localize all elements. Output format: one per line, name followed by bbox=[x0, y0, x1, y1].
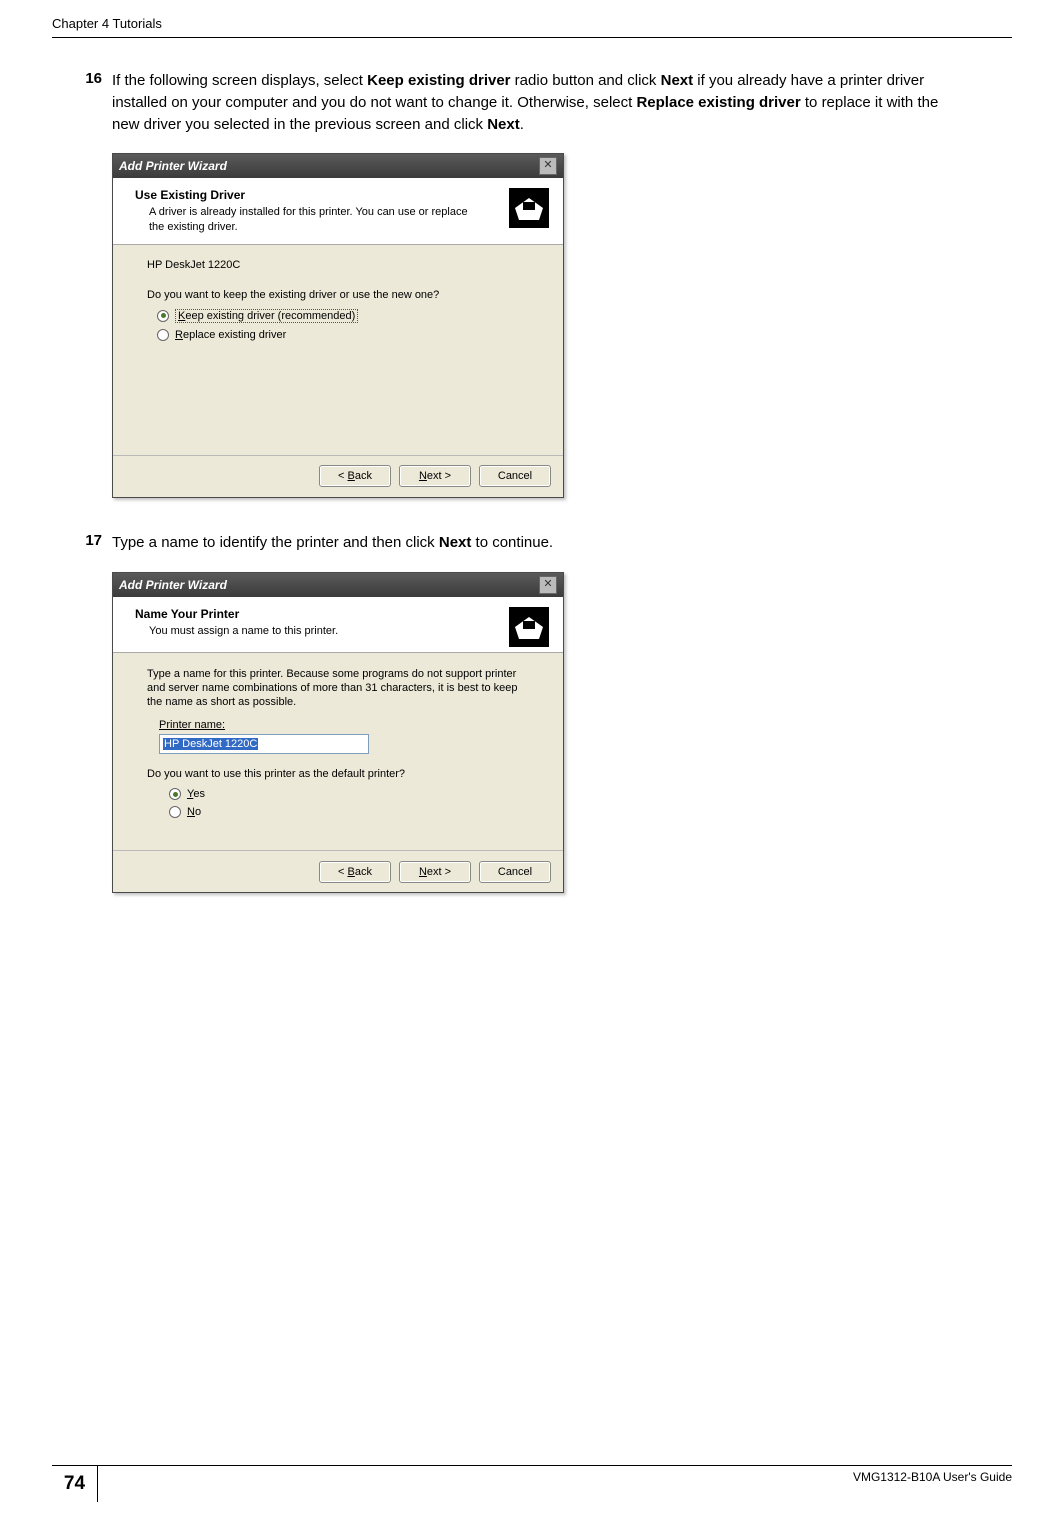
step-number: 17 bbox=[82, 532, 112, 554]
radio-yes[interactable]: Yes bbox=[169, 788, 533, 800]
bold-replace-existing-driver: Replace existing driver bbox=[636, 94, 800, 111]
radio-label: No bbox=[187, 806, 201, 818]
text-fragment: es bbox=[193, 788, 205, 800]
dialog-body: HP DeskJet 1220C Do you want to keep the… bbox=[113, 245, 563, 455]
dialog-footer: < Back Next > Cancel bbox=[113, 850, 563, 892]
step-text: Type a name to identify the printer and … bbox=[112, 532, 553, 554]
radio-replace-existing-driver[interactable]: Replace existing driver bbox=[157, 329, 533, 341]
dialog-header: Use Existing Driver A driver is already … bbox=[113, 178, 563, 245]
close-button[interactable]: ✕ bbox=[539, 157, 557, 175]
page-chapter-header: Chapter 4 Tutorials bbox=[52, 16, 1012, 38]
text-fragment: ack bbox=[355, 470, 372, 482]
next-button[interactable]: Next > bbox=[399, 861, 471, 883]
text-fragment: eplace existing driver bbox=[183, 329, 286, 341]
step-17: 17 Type a name to identify the printer a… bbox=[82, 532, 969, 554]
dialog-title-text: Add Printer Wizard bbox=[119, 578, 227, 592]
mnemonic: N bbox=[187, 806, 195, 818]
dialog-header-subtitle: You must assign a name to this printer. bbox=[149, 624, 469, 638]
mnemonic: N bbox=[419, 866, 427, 878]
close-button[interactable]: ✕ bbox=[539, 576, 557, 594]
text-fragment: Type a name to identify the printer and … bbox=[112, 534, 439, 551]
radio-icon bbox=[157, 310, 169, 322]
text-fragment: . bbox=[520, 116, 524, 133]
mnemonic: R bbox=[175, 329, 183, 341]
main-content: 16 If the following screen displays, sel… bbox=[82, 70, 969, 927]
text-fragment: < bbox=[338, 470, 347, 482]
printer-model-text: HP DeskJet 1220C bbox=[147, 259, 533, 271]
printer-name-input[interactable]: HP DeskJet 1220C bbox=[159, 734, 369, 754]
bold-next: Next bbox=[661, 72, 694, 89]
dialog-header-subtitle: A driver is already installed for this p… bbox=[149, 205, 469, 234]
radio-keep-existing-driver[interactable]: Keep existing driver (recommended) bbox=[157, 309, 533, 323]
driver-question-text: Do you want to keep the existing driver … bbox=[147, 289, 533, 301]
back-button[interactable]: < Back bbox=[319, 861, 391, 883]
dialog-header-title: Use Existing Driver bbox=[135, 188, 547, 202]
text-fragment: to continue. bbox=[471, 534, 553, 551]
bold-next: Next bbox=[439, 534, 472, 551]
text-fragment: ext > bbox=[427, 866, 451, 878]
dialog-titlebar[interactable]: Add Printer Wizard ✕ bbox=[113, 573, 563, 597]
radio-no[interactable]: No bbox=[169, 806, 533, 818]
mnemonic: N bbox=[419, 470, 427, 482]
dialog-header: Name Your Printer You must assign a name… bbox=[113, 597, 563, 653]
printer-icon bbox=[509, 188, 549, 228]
dialog-titlebar[interactable]: Add Printer Wizard ✕ bbox=[113, 154, 563, 178]
text-fragment: eep existing driver (recommended) bbox=[185, 310, 355, 322]
step-16: 16 If the following screen displays, sel… bbox=[82, 70, 969, 135]
dialog-body: Type a name for this printer. Because so… bbox=[113, 653, 563, 851]
close-icon: ✕ bbox=[543, 578, 552, 590]
dialog-use-existing-driver: Add Printer Wizard ✕ Use Existing Driver… bbox=[112, 153, 564, 498]
printer-name-label: Printer name: bbox=[159, 719, 533, 731]
guide-name: VMG1312-B10A User's Guide bbox=[853, 1470, 1012, 1484]
radio-icon bbox=[157, 329, 169, 341]
close-icon: ✕ bbox=[543, 159, 552, 171]
instruction-paragraph: Type a name for this printer. Because so… bbox=[147, 667, 533, 710]
dialog-name-your-printer: Add Printer Wizard ✕ Name Your Printer Y… bbox=[112, 572, 564, 894]
step-number: 16 bbox=[82, 70, 112, 135]
mnemonic: B bbox=[348, 470, 355, 482]
text-fragment: < bbox=[338, 866, 347, 878]
text-fragment: rinter name: bbox=[166, 719, 225, 731]
default-printer-question: Do you want to use this printer as the d… bbox=[147, 768, 533, 780]
cancel-button[interactable]: Cancel bbox=[479, 861, 551, 883]
page-number: 74 bbox=[52, 1466, 98, 1502]
step-text: If the following screen displays, select… bbox=[112, 70, 969, 135]
text-fragment: ack bbox=[355, 866, 372, 878]
footer-divider bbox=[52, 1465, 1012, 1466]
text-fragment: If the following screen displays, select bbox=[112, 72, 367, 89]
dialog-footer: < Back Next > Cancel bbox=[113, 455, 563, 497]
dialog-header-title: Name Your Printer bbox=[135, 607, 547, 621]
next-button[interactable]: Next > bbox=[399, 465, 471, 487]
input-value-text: HP DeskJet 1220C bbox=[163, 738, 258, 750]
radio-label: Yes bbox=[187, 788, 205, 800]
text-fragment: o bbox=[195, 806, 201, 818]
text-fragment: ext > bbox=[427, 470, 451, 482]
radio-label: Keep existing driver (recommended) bbox=[175, 309, 358, 323]
mnemonic: B bbox=[348, 866, 355, 878]
text-fragment: radio button and click bbox=[511, 72, 661, 89]
radio-icon bbox=[169, 806, 181, 818]
printer-icon bbox=[509, 607, 549, 647]
radio-label: Replace existing driver bbox=[175, 329, 286, 341]
radio-icon bbox=[169, 788, 181, 800]
back-button[interactable]: < Back bbox=[319, 465, 391, 487]
cancel-button[interactable]: Cancel bbox=[479, 465, 551, 487]
dialog-title-text: Add Printer Wizard bbox=[119, 159, 227, 173]
bold-next: Next bbox=[487, 116, 520, 133]
bold-keep-existing-driver: Keep existing driver bbox=[367, 72, 510, 89]
